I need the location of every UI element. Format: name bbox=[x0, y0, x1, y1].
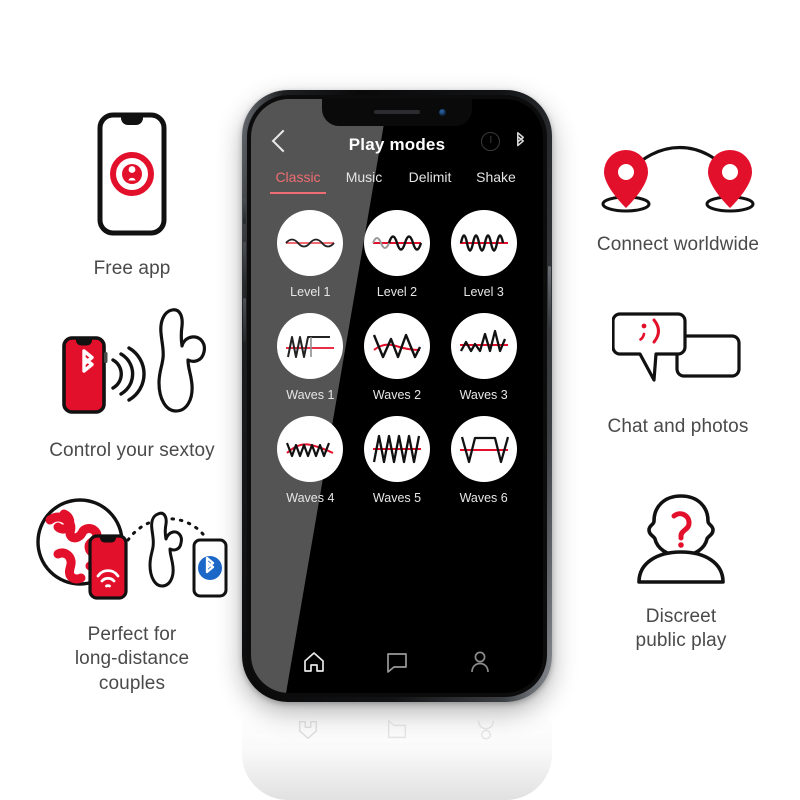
wave-icon-dense-triangle bbox=[363, 416, 430, 482]
tab-delimit[interactable]: Delimit bbox=[397, 169, 463, 194]
wave-icon-small-zigzag-arc bbox=[277, 416, 344, 482]
mode-label: Waves 2 bbox=[372, 388, 422, 402]
mode-item[interactable]: Level 2 bbox=[354, 210, 441, 299]
feature-discreet-play: Discreet public play bbox=[586, 490, 776, 654]
wave-icon-zigzag-then-flat bbox=[277, 313, 344, 379]
chat-bubble-icon-reflection bbox=[387, 720, 407, 739]
feature-caption: Chat and photos bbox=[607, 416, 749, 437]
mode-item[interactable]: Waves 6 bbox=[440, 416, 527, 505]
front-camera bbox=[439, 109, 446, 116]
wave-icon-irregular-spikes bbox=[450, 313, 517, 379]
phone-bezel: Play modes Classic Music Delimit Shake L… bbox=[247, 95, 547, 697]
bottom-navigation bbox=[251, 649, 543, 675]
feature-caption: Discreet public play bbox=[635, 606, 727, 652]
feature-control-sextoy: Control your sextoy bbox=[24, 300, 240, 463]
mode-item[interactable]: Waves 4 bbox=[267, 416, 354, 505]
feature-free-app: Free app bbox=[34, 112, 230, 281]
tab-shake[interactable]: Shake bbox=[463, 169, 529, 194]
wave-icon-sine-medium bbox=[363, 210, 430, 276]
header-icons bbox=[481, 131, 527, 151]
mode-label: Waves 1 bbox=[286, 388, 335, 402]
mode-item[interactable]: Waves 2 bbox=[354, 313, 441, 402]
mode-label: Waves 4 bbox=[286, 491, 335, 505]
feature-caption: Control your sextoy bbox=[49, 440, 215, 461]
mute-switch[interactable] bbox=[243, 198, 246, 224]
feature-chat-photos: Chat and photos bbox=[578, 310, 778, 439]
person-icon[interactable] bbox=[467, 649, 493, 675]
phone-bluetooth-toy-icon bbox=[41, 300, 223, 425]
speech-bubbles-wink-icon bbox=[611, 310, 744, 401]
wave-icon-sine-low-amplitude bbox=[277, 210, 344, 276]
globe-phones-toy-icon bbox=[28, 492, 236, 609]
anonymous-person-question-icon bbox=[625, 490, 737, 591]
phone-mockup: Play modes Classic Music Delimit Shake L… bbox=[236, 90, 566, 800]
phone-reflection bbox=[242, 708, 552, 800]
mode-label: Level 2 bbox=[376, 285, 418, 299]
phone-with-lock-logo-icon bbox=[97, 112, 167, 241]
play-mode-tabs: Classic Music Delimit Shake bbox=[251, 161, 543, 194]
feature-caption: Free app bbox=[93, 258, 171, 279]
mode-label: Level 1 bbox=[290, 285, 331, 299]
feature-long-distance: Perfect for long-distance couples bbox=[24, 492, 240, 696]
mode-item[interactable]: Waves 1 bbox=[267, 313, 354, 402]
tab-music[interactable]: Music bbox=[331, 169, 397, 194]
mode-item[interactable]: Waves 5 bbox=[354, 416, 441, 505]
mode-item[interactable]: Level 1 bbox=[267, 210, 354, 299]
tab-classic[interactable]: Classic bbox=[265, 169, 331, 194]
bluetooth-icon[interactable] bbox=[514, 131, 527, 151]
wave-icon-trapezoid-pulse bbox=[450, 416, 517, 482]
phone-screen: Play modes Classic Music Delimit Shake L… bbox=[251, 99, 543, 693]
feature-caption: Connect worldwide bbox=[596, 234, 760, 255]
wave-icon-sine-high-frequency bbox=[450, 210, 517, 276]
volume-up-button[interactable] bbox=[243, 242, 246, 286]
feature-connect-worldwide: Connect worldwide bbox=[570, 140, 786, 257]
mode-label: Waves 3 bbox=[459, 388, 508, 402]
mode-item[interactable]: Level 3 bbox=[440, 210, 527, 299]
person-icon-reflection bbox=[477, 720, 494, 740]
promo-page: Free app Control your sextoy Perfect for… bbox=[0, 0, 800, 800]
phone-frame: Play modes Classic Music Delimit Shake L… bbox=[242, 90, 552, 702]
power-status-icon[interactable] bbox=[481, 131, 500, 151]
home-icon[interactable] bbox=[301, 649, 327, 675]
reflected-nav-icons bbox=[242, 718, 552, 742]
play-mode-grid: Level 1 Level 2 Level 3 Waves 1 Waves 2 … bbox=[251, 194, 543, 505]
feature-caption: Perfect for long-distance couples bbox=[74, 624, 190, 694]
mode-label: Waves 5 bbox=[372, 491, 422, 505]
notch bbox=[322, 99, 472, 126]
earpiece-speaker bbox=[374, 110, 420, 114]
two-map-pins-arc-icon bbox=[596, 140, 760, 221]
mode-label: Waves 6 bbox=[459, 491, 508, 505]
power-button[interactable] bbox=[548, 266, 551, 330]
wave-icon-triangle-peaks bbox=[363, 313, 430, 379]
home-icon-reflection bbox=[299, 720, 318, 740]
volume-down-button[interactable] bbox=[243, 298, 246, 342]
mode-item[interactable]: Waves 3 bbox=[440, 313, 527, 402]
chat-bubble-icon[interactable] bbox=[384, 649, 410, 675]
mode-label: Level 3 bbox=[463, 285, 504, 299]
